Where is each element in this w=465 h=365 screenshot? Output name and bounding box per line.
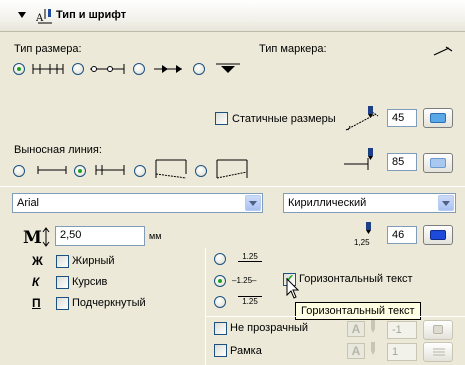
frame-label: Рамка [230,345,262,357]
font-family-select[interactable]: Arial [12,193,263,213]
size-type-label: Тип размера: [14,43,82,55]
italic-glyph: К [32,275,40,289]
static-dims-checkbox[interactable] [215,112,228,125]
font-script-value: Кириллический [288,197,367,209]
svg-text:A: A [36,13,44,24]
placement-middle-label: –1.25– [232,276,257,285]
placement-radio-middle[interactable] [214,275,226,287]
font-family-value: Arial [17,197,40,209]
opaque-pen-button[interactable] [423,320,453,340]
static-dims-label: Статичные размеры [232,113,336,125]
ext-line-plain-icon [37,166,67,174]
text-pen-size-label: 1,25 [354,238,370,247]
chevron-down-icon[interactable] [438,195,454,211]
collapse-triangle-icon[interactable] [18,12,26,18]
svg-text:M: M [23,228,42,248]
horizontal-text-tooltip: Горизонтальный текст [295,302,421,320]
mouse-cursor-icon [286,278,300,299]
extension-line-pen-field[interactable]: 85 [387,153,417,171]
opaque-checkbox[interactable] [214,322,227,335]
pen-icon [371,320,375,333]
text-style-icon: A [36,9,52,24]
italic-label: Курсив [72,276,108,288]
frame-checkbox[interactable] [214,344,227,357]
chevron-down-icon[interactable] [245,195,261,211]
underline-label: Подчеркнутый [72,297,146,309]
extension-line-radio-1[interactable] [13,165,25,177]
ext-line-offset-icon [155,159,187,179]
placement-radio-above[interactable] [214,253,226,265]
extension-line-label: Выносная линия: [14,144,102,156]
static-dims-pen-field[interactable]: 45 [387,109,417,127]
text-size-icon: M [23,227,50,248]
placement-radio-below[interactable] [214,296,226,308]
font-script-select[interactable]: Кириллический [283,193,456,213]
text-pen-color-button[interactable] [423,225,453,245]
marker-type-icon[interactable] [432,44,454,58]
ext-pen-icon [344,148,373,170]
ext-line-ticks-icon [95,165,125,175]
bold-label: Жирный [72,255,115,267]
extension-line-radio-4[interactable] [195,165,207,177]
opaque-label: Не прозрачный [230,322,309,334]
underline-glyph: П [32,296,41,310]
text-size-input[interactable]: 2,50 [55,226,145,246]
dim-triangle-icon [216,63,240,73]
bold-checkbox[interactable] [56,255,69,268]
dim-arrows-icon [154,65,182,73]
size-type-radio-1[interactable] [13,63,25,75]
size-type-radio-2[interactable] [72,63,84,75]
size-type-radio-4[interactable] [193,63,205,75]
dim-dots-icon [90,64,125,74]
frame-pen-field[interactable]: 1 [387,343,417,361]
text-pen-field[interactable]: 46 [387,226,417,244]
ext-line-long-icon [216,159,248,179]
placement-above-label: 1.25 [238,252,262,262]
placement-below-label: 1.25 [238,296,262,306]
extension-line-pen-color-button[interactable] [423,153,453,173]
font-a-icon: A [347,343,365,359]
dim-pen-icon [345,106,379,131]
extension-line-radio-3[interactable] [134,165,146,177]
font-a-icon: A [347,321,365,337]
frame-fill-button[interactable] [423,342,453,362]
vertical-divider [205,248,206,365]
pen-icon [371,342,375,355]
marker-type-label: Тип маркера: [259,43,327,55]
extension-line-radio-2[interactable] [74,165,86,177]
underline-checkbox[interactable] [56,297,69,310]
horizontal-text-label: Горизонтальный текст [299,273,413,285]
static-dims-pen-color-button[interactable] [423,108,453,128]
bold-glyph: Ж [32,254,43,268]
dim-ticks-icon [32,64,64,74]
text-size-unit: мм [149,231,162,241]
panel-title: Тип и шрифт [56,9,127,21]
section-divider [206,316,465,317]
section-divider [0,186,465,187]
opaque-pen-field[interactable]: -1 [387,321,417,339]
hatch-pattern-icon [433,348,445,356]
size-type-radio-3[interactable] [133,63,145,75]
italic-checkbox[interactable] [56,276,69,289]
